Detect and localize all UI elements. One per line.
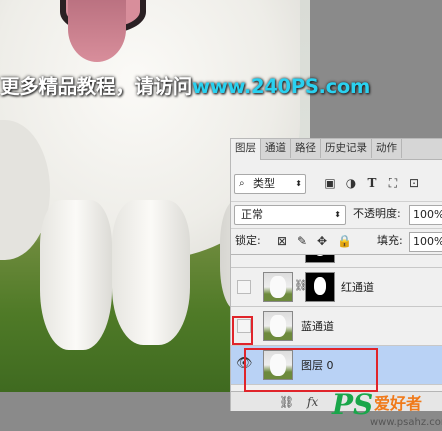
- layer-name: 蓝通道: [301, 320, 334, 333]
- visibility-toggle[interactable]: [237, 280, 251, 294]
- layer-thumbnail: [263, 272, 293, 302]
- highlight-box-visibility: [232, 316, 253, 345]
- blend-row: 正常 ⬍ 不透明度: 100%: [231, 201, 442, 226]
- link-icon[interactable]: ⛓: [279, 394, 294, 410]
- logo-url: www.psahz.com: [370, 417, 442, 428]
- dog-leg-left: [40, 200, 112, 350]
- opacity-field[interactable]: 100%: [409, 205, 442, 225]
- filter-kind-select[interactable]: ⌕ 类型 ⬍: [234, 174, 306, 194]
- fx-icon[interactable]: fx: [307, 394, 318, 410]
- tab-actions[interactable]: 动作: [372, 139, 402, 158]
- lock-transparent-icon[interactable]: ⊠: [275, 234, 289, 248]
- blend-mode-select[interactable]: 正常 ⬍: [234, 205, 346, 225]
- lock-image-icon[interactable]: ✎: [295, 234, 309, 248]
- tab-channels[interactable]: 通道: [261, 139, 291, 158]
- panel-tabs: 图层 通道 路径 历史记录 动作: [231, 139, 442, 160]
- layer-row[interactable]: ⛓ 红通道: [231, 268, 442, 307]
- dog-leg-right: [112, 200, 190, 345]
- lock-label: 锁定:: [235, 234, 261, 247]
- tab-paths[interactable]: 路径: [291, 139, 321, 158]
- updown-arrow-icon: ⬍: [334, 210, 341, 219]
- fill-field[interactable]: 100%: [409, 232, 442, 252]
- logo-ps: PS: [332, 388, 374, 421]
- tab-history[interactable]: 历史记录: [321, 139, 372, 158]
- site-logo: PS 爱好者 www.psahz.com: [330, 388, 442, 431]
- updown-arrow-icon: ⬍: [295, 179, 302, 188]
- layer-row[interactable]: 蓝通道: [231, 307, 442, 346]
- logo-cn: 爱好者: [374, 394, 423, 413]
- layer-mask-thumbnail: [305, 255, 335, 263]
- layer-row-partial[interactable]: [231, 255, 442, 268]
- shape-filter-icon[interactable]: ⛶: [386, 176, 400, 190]
- layer-mask-thumbnail[interactable]: [305, 272, 335, 302]
- blend-mode-value: 正常: [241, 208, 263, 221]
- highlight-box-layer: [244, 348, 378, 392]
- watermark-url: www.240PS.com: [192, 75, 371, 98]
- lock-row: 锁定: ⊠ ✎ ✥ 🔒 填充: 100%: [231, 228, 442, 253]
- layer-thumbnail: [263, 311, 293, 341]
- adjustment-filter-icon[interactable]: ◑: [344, 176, 358, 190]
- watermark-text: 更多精品教程，请访问: [0, 75, 193, 98]
- layer-name: 红通道: [341, 281, 374, 294]
- fill-label: 填充:: [377, 234, 403, 247]
- smart-object-filter-icon[interactable]: ⊡: [407, 176, 421, 190]
- tab-layers[interactable]: 图层: [231, 139, 261, 160]
- watermark-banner: 更多精品教程，请访问www.240PS.com: [0, 70, 370, 104]
- lock-all-icon[interactable]: 🔒: [337, 234, 352, 248]
- opacity-label: 不透明度:: [353, 207, 401, 220]
- lock-position-icon[interactable]: ✥: [315, 234, 329, 248]
- type-filter-icon[interactable]: T: [365, 176, 379, 190]
- pixel-filter-icon[interactable]: ▣: [323, 176, 337, 190]
- filter-kind-label: 类型: [253, 177, 275, 190]
- search-icon: ⌕: [239, 178, 245, 189]
- filter-row: ⌕ 类型 ⬍ ▣ ◑ T ⛶ ⊡: [231, 172, 442, 196]
